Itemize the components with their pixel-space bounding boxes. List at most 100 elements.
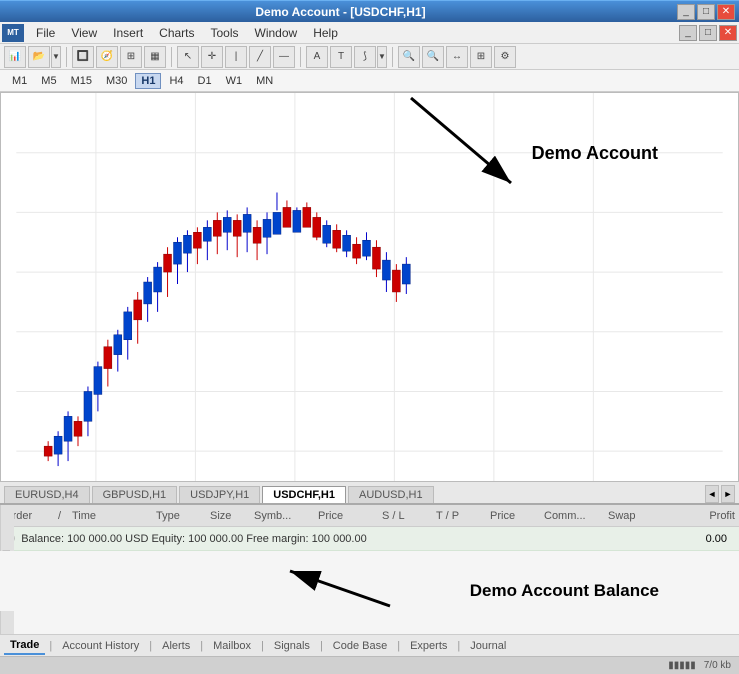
toolbar-combo-1: 📂 ▼ (28, 46, 61, 68)
line-btn[interactable]: | (225, 46, 247, 68)
menu-charts[interactable]: Charts (151, 24, 202, 42)
term-tab-account-history[interactable]: Account History (56, 638, 145, 654)
toolbar-combo-2: ⟆ ▼ (354, 46, 387, 68)
inner-close-btn[interactable]: ✕ (719, 25, 737, 41)
chart-tab-audusd-h1[interactable]: AUDUSD,H1 (348, 486, 434, 503)
sep-t2: | (149, 640, 152, 652)
chart-area[interactable]: Demo Account (0, 92, 739, 482)
term-tab-journal[interactable]: Journal (464, 638, 512, 654)
chart-tab-eurusd-h4[interactable]: EURUSD,H4 (4, 486, 90, 503)
zoom-out-btn[interactable]: 🔍 (422, 46, 444, 68)
close-button[interactable]: ✕ (717, 4, 735, 20)
properties-btn[interactable]: ⚙ (494, 46, 516, 68)
tf-h1[interactable]: H1 (135, 73, 161, 89)
col-comm: Comm... (544, 510, 604, 522)
sep-t6: | (397, 640, 400, 652)
sep-t1: | (49, 640, 52, 652)
terminal-tabs: Trade | Account History | Alerts | Mailb… (0, 634, 739, 656)
term-tab-experts[interactable]: Experts (404, 638, 453, 654)
inner-maximize-btn[interactable]: □ (699, 25, 717, 41)
navigator-btn[interactable]: 🧭 (96, 46, 118, 68)
col-type: Type (156, 510, 206, 522)
balance-row: ◯ Balance: 100 000.00 USD Equity: 100 00… (0, 527, 739, 551)
tf-m5[interactable]: M5 (35, 73, 62, 89)
open-btn[interactable]: 📂 (28, 46, 50, 68)
col-symbol: Symb... (254, 510, 314, 522)
fib-dropdown[interactable]: ▼ (377, 46, 387, 68)
demo-account-label: Demo Account (532, 143, 658, 164)
text2-btn[interactable]: T (330, 46, 352, 68)
term-tab-mailbox[interactable]: Mailbox (207, 638, 257, 654)
profiles-btn[interactable]: 🔲 (72, 46, 94, 68)
hline-btn[interactable]: — (273, 46, 295, 68)
term-tab-signals[interactable]: Signals (268, 638, 316, 654)
trendline-btn[interactable]: ╱ (249, 46, 271, 68)
sep-2 (171, 47, 172, 67)
term-tab-alerts[interactable]: Alerts (156, 638, 196, 654)
menu-window[interactable]: Window (247, 24, 306, 42)
sep-t4: | (261, 640, 264, 652)
terminal-columns: Order / Time Type Size Symb... Price S /… (0, 505, 739, 527)
status-bar: ▮▮▮▮▮ 7/0 kb (0, 656, 739, 674)
tf-mn[interactable]: MN (250, 73, 279, 89)
scroll-btn[interactable]: ↔ (446, 46, 468, 68)
chart-tab-usdjpy-h1[interactable]: USDJPY,H1 (179, 486, 260, 503)
maximize-button[interactable]: □ (697, 4, 715, 20)
tf-m15[interactable]: M15 (65, 73, 98, 89)
col-price2: Price (490, 510, 540, 522)
menu-tools[interactable]: Tools (203, 24, 247, 42)
demo-balance-label: Demo Account Balance (470, 581, 659, 601)
menu-view[interactable]: View (63, 24, 105, 42)
terminal-empty-area: Demo Account Balance (0, 551, 739, 611)
tf-d1[interactable]: D1 (192, 73, 218, 89)
autoscroll-btn[interactable]: ⊞ (470, 46, 492, 68)
zoom-in-btn[interactable]: 🔍 (398, 46, 420, 68)
new-chart-btn[interactable]: 📊 (4, 46, 26, 68)
col-slash: / (58, 510, 68, 522)
chart-tab-usdchf-h1[interactable]: USDCHF,H1 (262, 486, 346, 503)
col-size: Size (210, 510, 250, 522)
chart-tabs-nav: ◄ ► (705, 485, 735, 503)
balance-info: Balance: 100 000.00 USD Equity: 100 000.… (21, 533, 705, 545)
inner-minimize-btn[interactable]: _ (679, 25, 697, 41)
col-price: Price (318, 510, 378, 522)
col-swap: Swap (608, 510, 658, 522)
cursor-btn[interactable]: ↖ (177, 46, 199, 68)
terminal-btn[interactable]: ⊞ (120, 46, 142, 68)
window-controls: _ □ ✕ (677, 4, 735, 20)
tf-m30[interactable]: M30 (100, 73, 133, 89)
tf-w1[interactable]: W1 (220, 73, 249, 89)
col-time: Time (72, 510, 152, 522)
term-tab-codebase[interactable]: Code Base (327, 638, 393, 654)
menu-bar-right: _ □ ✕ (679, 25, 737, 41)
term-tab-trade[interactable]: Trade (4, 637, 45, 655)
chart-tab-prev[interactable]: ◄ (705, 485, 719, 503)
sep-3 (300, 47, 301, 67)
col-profit: Profit (709, 510, 735, 522)
menu-file[interactable]: File (28, 24, 63, 42)
terminal-profit: 0.00 (706, 533, 735, 545)
terminal-panel: Terminal Order / Time Type Size Symb... … (0, 504, 739, 634)
chart-tabs: EURUSD,H4 GBPUSD,H1 USDJPY,H1 USDCHF,H1 … (0, 482, 739, 504)
minimize-button[interactable]: _ (677, 4, 695, 20)
col-sl: S / L (382, 510, 432, 522)
chart-tab-gbpusd-h1[interactable]: GBPUSD,H1 (92, 486, 178, 503)
chart-tab-next[interactable]: ► (721, 485, 735, 503)
menu-help[interactable]: Help (305, 24, 346, 42)
tf-h4[interactable]: H4 (163, 73, 189, 89)
text-btn[interactable]: A (306, 46, 328, 68)
logo-text: MT (7, 28, 19, 37)
title-bar: Demo Account - [USDCHF,H1] _ □ ✕ (0, 0, 739, 22)
sep-1 (66, 47, 67, 67)
timeframe-bar: M1 M5 M15 M30 H1 H4 D1 W1 MN (0, 70, 739, 92)
strategy-btn[interactable]: ▦ (144, 46, 166, 68)
sep-t3: | (200, 640, 203, 652)
fib-btn[interactable]: ⟆ (354, 46, 376, 68)
sep-t5: | (320, 640, 323, 652)
sep-4 (392, 47, 393, 67)
menu-insert[interactable]: Insert (105, 24, 151, 42)
col-tp: T / P (436, 510, 486, 522)
crosshair-btn[interactable]: ✛ (201, 46, 223, 68)
tf-m1[interactable]: M1 (6, 73, 33, 89)
open-dropdown[interactable]: ▼ (51, 46, 61, 68)
